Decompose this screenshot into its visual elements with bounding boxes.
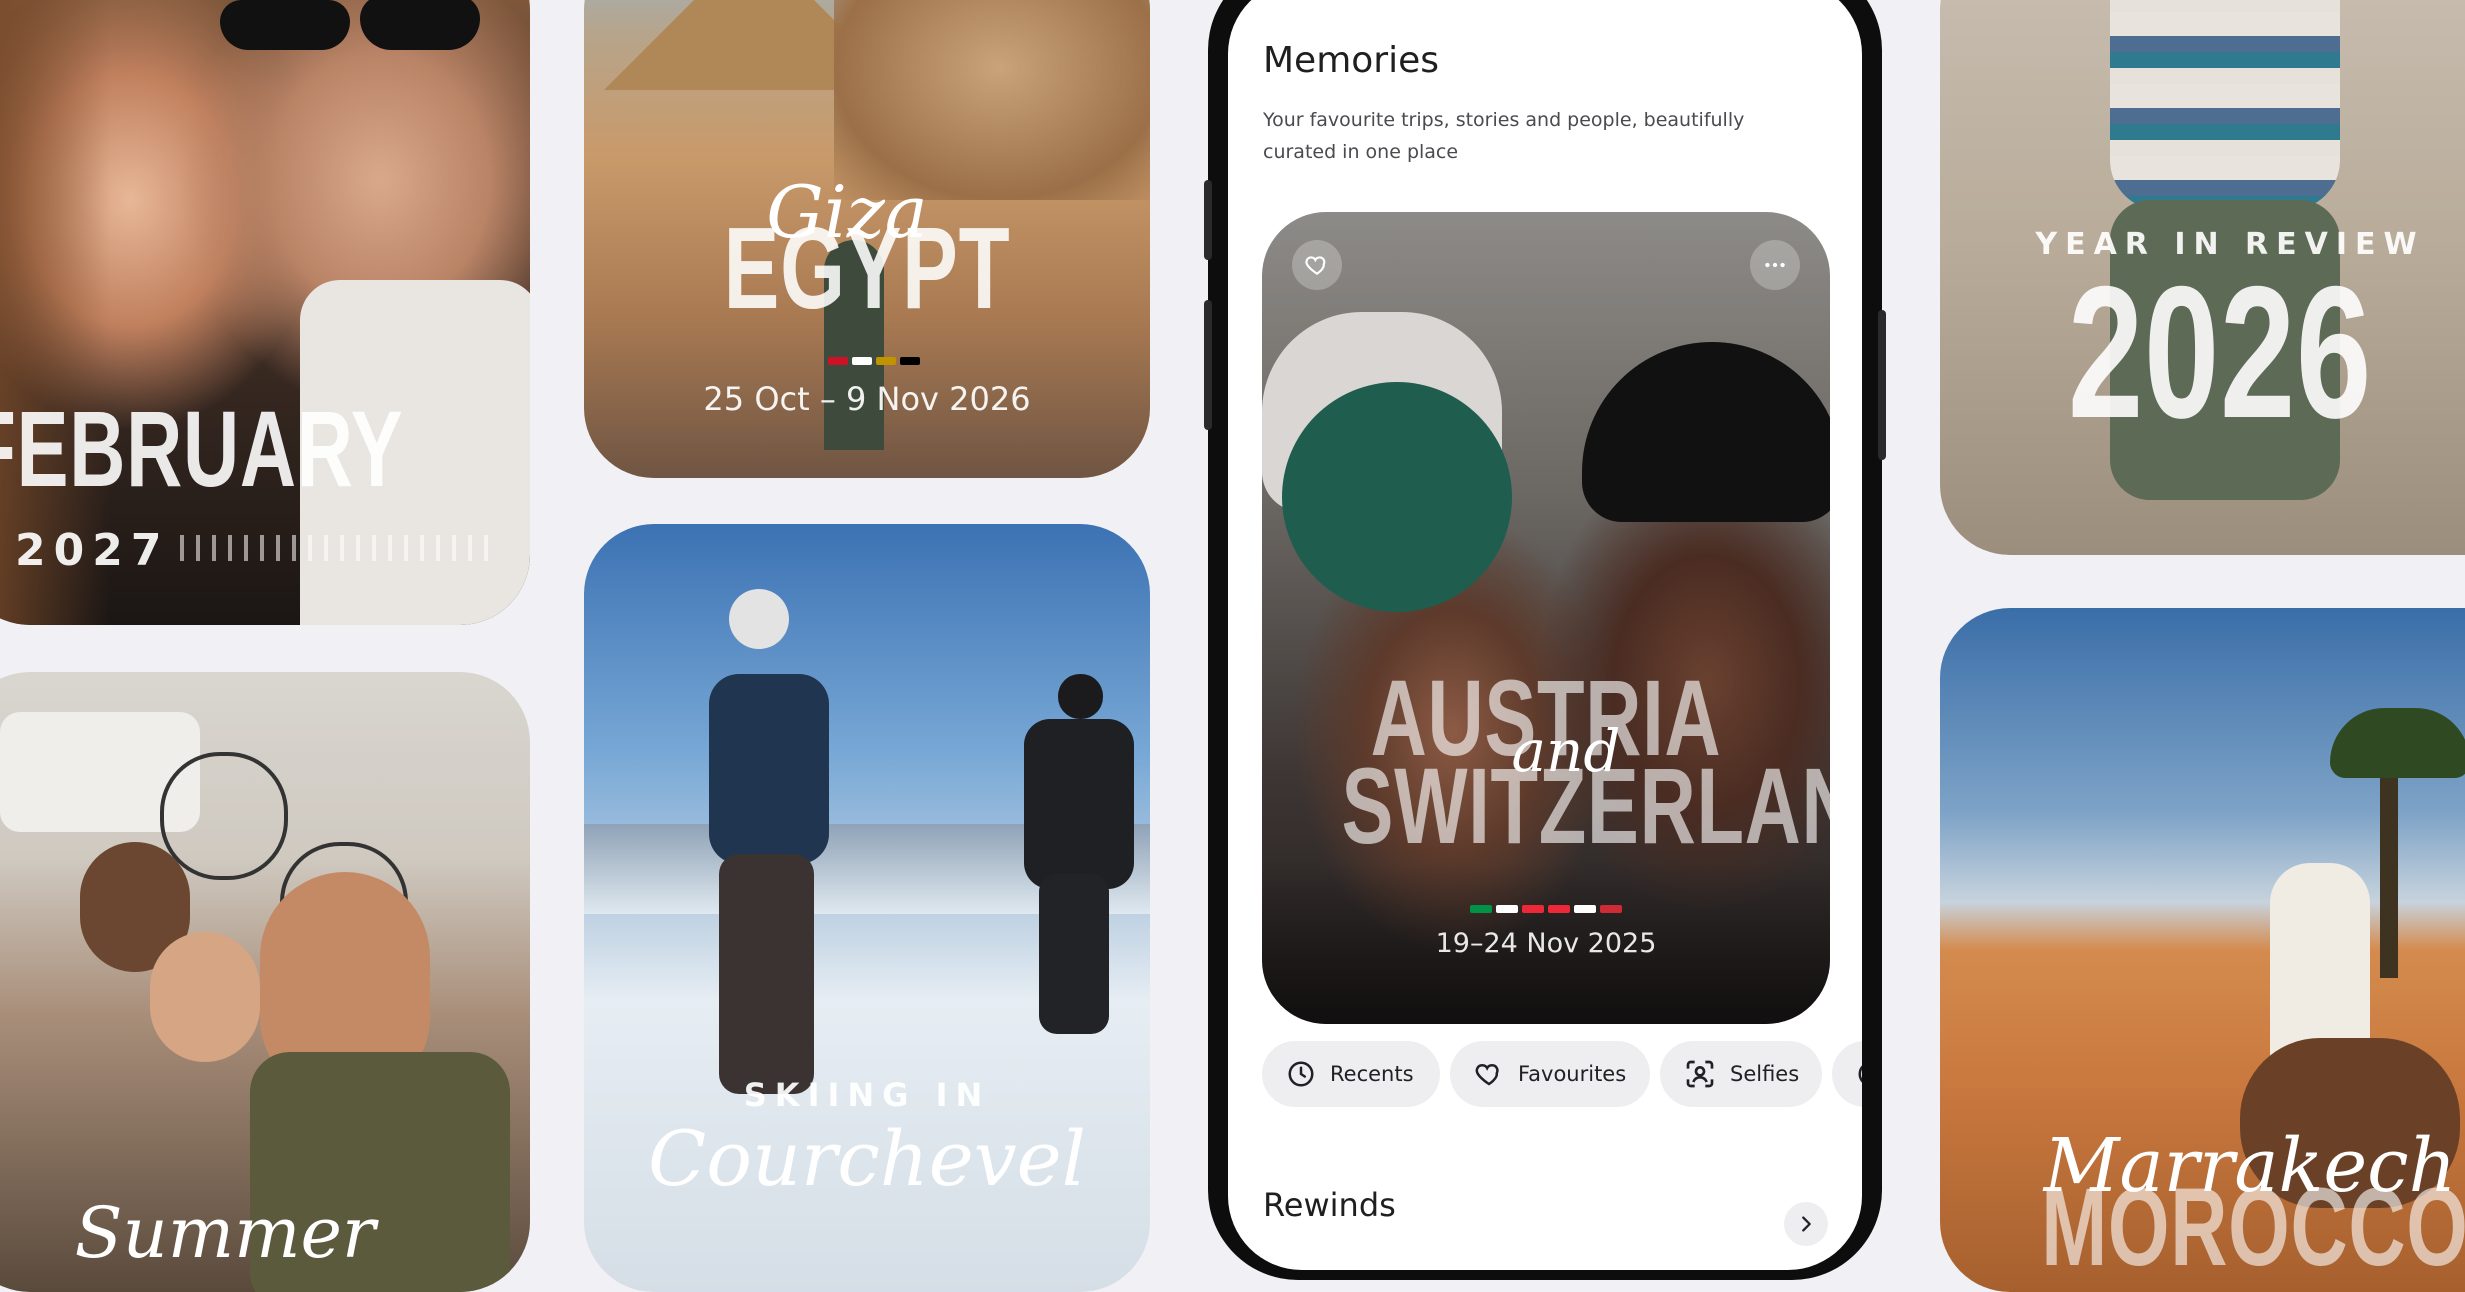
phone-screen: Memories Your favourite trips, stories a… [1228,0,1862,1270]
memory-card-year-in-review[interactable]: YEAR IN REVIEW 2026 [1940,0,2465,555]
card-dates: 25 Oct – 9 Nov 2026 [703,380,1031,418]
card-title-script: Summer [74,1192,376,1274]
more-horizontal-icon [1765,262,1785,268]
circle-icon [1858,1065,1862,1083]
chevron-decoration [180,535,490,561]
heart-icon [1305,256,1326,275]
chip-label: Favourites [1518,1062,1627,1086]
chip-recents[interactable]: Recents [1262,1041,1440,1107]
card-year: 2026 [2067,247,2372,457]
card-year: 2027 [15,525,170,576]
clock-icon [1288,1061,1314,1087]
memory-card-egypt[interactable]: Giza EGYPT 25 Oct – 9 Nov 2026 [584,0,1150,478]
chip-label: Recents [1330,1062,1414,1086]
section-title: Rewinds [1263,1186,1396,1224]
flag-austria-switzerland [1470,905,1622,913]
chip-label: Selfies [1730,1062,1800,1086]
card-caption-caps: SKIING IN [743,1076,991,1114]
rewinds-next-button[interactable] [1784,1202,1828,1246]
phone-side-button [1204,180,1212,260]
featured-memory-card[interactable]: AUSTRIA and SWITZERLAND 19–24 Nov 2025 [1262,212,1830,1024]
photo-couple-kiss [1262,212,1830,1024]
chip-selfies[interactable]: Selfies [1660,1041,1822,1107]
phone-side-button [1204,300,1212,430]
favourite-button[interactable] [1292,240,1342,290]
phone-side-button [1878,310,1886,460]
page-title: Memories [1263,40,1440,81]
heart-icon [1475,1063,1499,1086]
memory-card-february[interactable]: FEBRUARY 2027 [0,0,530,625]
card-country: EGYPT [723,203,1011,333]
selfie-icon [1686,1060,1714,1088]
memory-card-marrakech[interactable]: Marrakech MOROCCO [1940,608,2465,1292]
card-month: FEBRUARY [0,388,404,509]
featured-title-line2: SWITZERLAND [1341,745,1830,866]
chip-favourites[interactable]: Favourites [1450,1041,1650,1107]
flag-egypt [828,357,920,365]
memory-card-skiing[interactable]: SKIING IN Courchevel [584,524,1150,1292]
card-country: MOROCCO [2041,1166,2465,1289]
more-options-button[interactable] [1750,240,1800,290]
featured-dates: 19–24 Nov 2025 [1435,928,1657,959]
page-subtitle: Your favourite trips, stories and people… [1263,109,1745,163]
memory-card-family[interactable]: Summer [0,672,530,1292]
card-caption-script: Courchevel [648,1114,1086,1203]
chip-partial[interactable] [1832,1041,1862,1107]
